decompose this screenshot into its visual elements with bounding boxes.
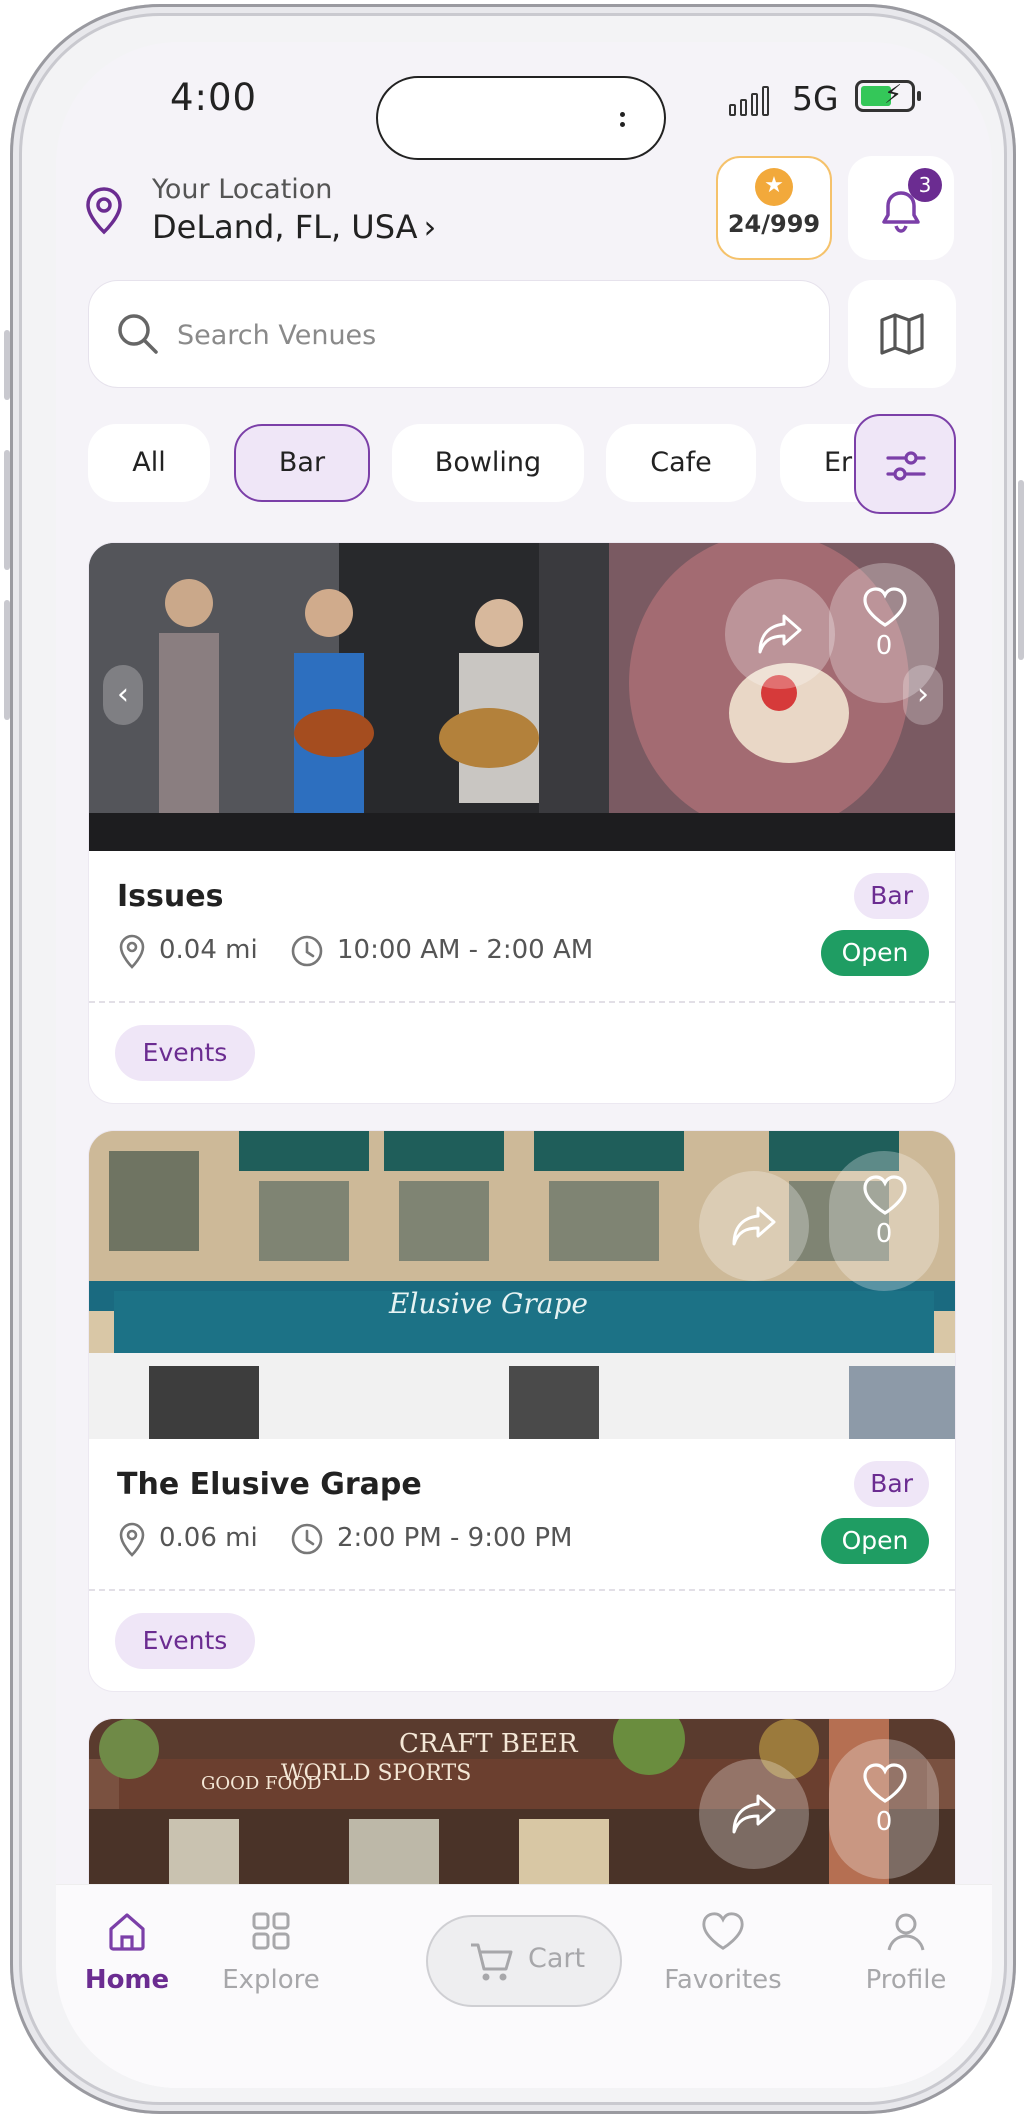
nav-favorites[interactable]: Favorites: [648, 1909, 798, 1995]
home-icon: [109, 1913, 145, 1951]
favorite-count: 0: [875, 1219, 893, 1249]
nav-profile[interactable]: Profile: [831, 1909, 981, 1995]
cart-icon: [471, 1943, 513, 1981]
venue-card[interactable]: ‹ › 0 Issues Bar 0.04 mi 10:00 AM - 2:00…: [88, 542, 956, 1104]
distance-pin-icon: [119, 1522, 145, 1557]
open-status-badge: Open: [821, 930, 929, 976]
share-icon: [732, 1794, 776, 1834]
app-screen: 4:00 5G ⚡ Your Location DeLand, FL, USA ›…: [56, 42, 992, 2088]
category-chip-all[interactable]: All: [88, 424, 210, 502]
venue-distance: 0.06 mi: [159, 1523, 258, 1553]
coins-balance: 24/999: [727, 210, 821, 238]
share-button[interactable]: [699, 1171, 809, 1281]
venue-name: Issues: [117, 879, 224, 914]
map-icon: [880, 313, 924, 355]
card-divider: [89, 1001, 955, 1003]
chevron-right-icon: ›: [423, 208, 437, 246]
category-chip-cafe[interactable]: Cafe: [606, 424, 756, 502]
events-tag[interactable]: Events: [115, 1025, 255, 1081]
filter-button[interactable]: [854, 414, 956, 514]
user-icon: [887, 1913, 925, 1951]
sliders-icon: [886, 451, 926, 481]
venue-photo: ‹ › 0: [89, 543, 955, 851]
heart-icon: [702, 1912, 744, 1950]
favorite-button[interactable]: 0: [829, 1151, 939, 1291]
open-status-badge: Open: [821, 1518, 929, 1564]
location-value: DeLand, FL, USA: [152, 208, 418, 246]
card-divider: [89, 1589, 955, 1591]
clock-icon: [291, 1523, 323, 1555]
bottom-navigation: Home Explore Cart Favorites Profile: [56, 1884, 992, 2088]
nav-explore[interactable]: Explore: [196, 1909, 346, 1995]
distance-pin-icon: [119, 934, 145, 969]
nav-profile-label: Profile: [865, 1965, 947, 1995]
coin-star-icon: [755, 168, 793, 206]
clock-icon: [291, 935, 323, 967]
notifications-button[interactable]: 3: [848, 156, 954, 260]
venue-hours: 10:00 AM - 2:00 AM: [337, 935, 594, 965]
venue-hours: 2:00 PM - 9:00 PM: [337, 1523, 573, 1553]
nav-explore-label: Explore: [222, 1965, 320, 1995]
favorite-button[interactable]: 0: [829, 1739, 939, 1879]
cellular-signal-icon: [729, 84, 773, 116]
battery-icon: ⚡: [855, 80, 921, 112]
status-time: 4:00: [170, 76, 258, 119]
phone-frame: 4:00 5G ⚡ Your Location DeLand, FL, USA ›…: [10, 4, 1016, 2114]
share-icon: [732, 1206, 776, 1246]
share-button[interactable]: [725, 579, 835, 689]
venue-photo: Elusive Grape 0: [89, 1131, 955, 1439]
location-pin-icon: [84, 186, 124, 240]
location-selector[interactable]: DeLand, FL, USA ›: [152, 208, 436, 246]
heart-icon: [863, 587, 907, 627]
notification-count-badge: 3: [908, 168, 942, 202]
heart-icon: [863, 1175, 907, 1215]
image-prev-icon[interactable]: ‹: [103, 665, 143, 725]
venue-card[interactable]: Elusive Grape 0 The Elusive Grape Bar 0.…: [88, 1130, 956, 1692]
venue-category-badge: Bar: [854, 1461, 929, 1507]
search-bar: [88, 280, 830, 388]
search-icon: [118, 314, 158, 354]
venue-category-badge: Bar: [854, 873, 929, 919]
map-view-button[interactable]: [848, 280, 956, 388]
nav-favorites-label: Favorites: [664, 1965, 782, 1995]
dynamic-island: [376, 76, 666, 160]
coins-balance-button[interactable]: 24/999: [716, 156, 832, 260]
favorite-count: 0: [875, 631, 893, 661]
power-button: [1018, 480, 1024, 660]
category-chip-bowling[interactable]: Bowling: [392, 424, 584, 502]
network-type: 5G: [792, 79, 839, 118]
grid-icon: [252, 1912, 290, 1950]
venue-name: The Elusive Grape: [117, 1467, 422, 1502]
cart-button[interactable]: Cart: [426, 1915, 622, 2007]
category-chip-bar[interactable]: Bar: [234, 424, 370, 502]
events-tag[interactable]: Events: [115, 1613, 255, 1669]
cart-label: Cart: [528, 1943, 586, 1974]
storefront-sign-world-sports: WORLD SPORTS: [281, 1761, 472, 1786]
share-button[interactable]: [699, 1759, 809, 1869]
storefront-sign: Elusive Grape: [389, 1287, 588, 1320]
nav-home-label: Home: [84, 1965, 170, 1995]
venue-distance: 0.04 mi: [159, 935, 258, 965]
location-label: Your Location: [152, 174, 333, 205]
search-input[interactable]: [175, 309, 779, 361]
storefront-sign-craft-beer: CRAFT BEER: [399, 1729, 578, 1759]
favorite-count: 0: [875, 1807, 893, 1837]
nav-home[interactable]: Home: [56, 1909, 202, 1995]
share-icon: [758, 614, 802, 654]
favorite-button[interactable]: 0: [829, 563, 939, 703]
heart-icon: [863, 1763, 907, 1803]
